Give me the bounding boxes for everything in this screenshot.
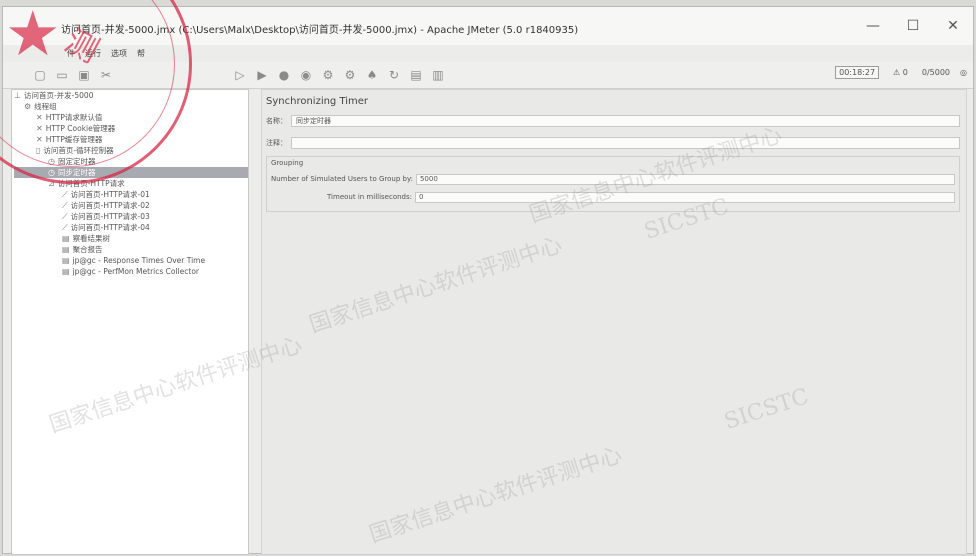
open-icon[interactable]: ▭ xyxy=(53,66,71,84)
tree-item-cache-manager[interactable]: ✕ HTTP缓存管理器 xyxy=(36,134,102,145)
users-field[interactable]: 5000 xyxy=(415,173,955,185)
name-field[interactable]: 同步定时器 xyxy=(291,115,960,127)
tree-item-http-request-02[interactable]: ⟋ 访问首页-HTTP请求-02 xyxy=(62,200,150,211)
comment-label: 注释： xyxy=(266,139,287,147)
stop-icon[interactable]: ● xyxy=(275,66,293,84)
tree-item-http-request-03[interactable]: ⟋ 访问首页-HTTP请求-03 xyxy=(62,211,150,222)
toolbar: ▢ ▭ ▣ ✂ ▷ ▶ ● ◉ ⚙ ⚙ ♠ ↻ ▤ ▥ 00:18:27 ⚠ 0… xyxy=(3,62,973,89)
shutdown-icon[interactable]: ◉ xyxy=(297,66,315,84)
listener-icon: ▤ xyxy=(62,245,70,254)
timer-icon: ◷ xyxy=(48,157,55,166)
search-icon[interactable]: ♠ xyxy=(363,66,381,84)
title-bar: 访问首页-并发-5000.jmx (C:\Users\Malx\Desktop\… xyxy=(3,7,973,45)
panel-title: Synchronizing Timer xyxy=(266,96,369,107)
users-row: Number of Simulated Users to Group by: 5… xyxy=(271,173,955,185)
listener-icon: ▤ xyxy=(62,234,70,243)
status-area: 00:18:27 ⚠ 0 0/5000 ◎ xyxy=(835,66,967,79)
name-row: 名称： 同步定时器 xyxy=(266,114,960,128)
clear-all-icon[interactable]: ⚙ xyxy=(341,66,359,84)
config-icon: ✕ xyxy=(36,135,43,144)
tree-item-response-times[interactable]: ▤ jp@gc - Response Times Over Time xyxy=(62,255,205,266)
tree-item-http-request-04[interactable]: ⟋ 访问首页-HTTP请求-04 xyxy=(62,222,150,233)
start-no-pause-icon[interactable]: ▶ xyxy=(253,66,271,84)
sampler-icon: ⟋ xyxy=(62,200,68,210)
menu-file[interactable]: 件 xyxy=(67,48,75,59)
sampler-icon: ⟋ xyxy=(62,222,68,232)
tree-item-http-request[interactable]: ⊿ 访问首页-HTTP请求 xyxy=(48,178,125,189)
users-label: Number of Simulated Users to Group by: xyxy=(271,175,413,183)
timeout-field[interactable]: 0 xyxy=(415,191,955,203)
minimize-button[interactable]: — xyxy=(853,7,893,45)
close-button[interactable]: ✕ xyxy=(933,7,973,45)
config-icon: ✕ xyxy=(36,113,43,122)
reset-search-icon[interactable]: ↻ xyxy=(385,66,403,84)
tree-item-http-defaults[interactable]: ✕ HTTP请求默认值 xyxy=(36,112,102,123)
sampler-icon: ⟋ xyxy=(62,189,68,199)
tree-item-loop-controller[interactable]: ▯ 访问首页-循环控制器 xyxy=(36,145,114,156)
grouping-title: Grouping xyxy=(271,159,304,167)
menu-run[interactable]: 运行 xyxy=(85,48,101,59)
controller-icon: ▯ xyxy=(36,146,41,155)
tree-item-http-request-01[interactable]: ⟋ 访问首页-HTTP请求-01 xyxy=(62,189,150,200)
window-controls: — ☐ ✕ xyxy=(853,7,973,45)
new-icon[interactable]: ▢ xyxy=(31,66,49,84)
listener-icon: ▤ xyxy=(62,267,70,276)
tree-item-sync-timer[interactable]: ◷ 同步定时器 xyxy=(14,167,248,178)
window-title: 访问首页-并发-5000.jmx (C:\Users\Malx\Desktop\… xyxy=(61,25,579,36)
thread-ratio: 0/5000 xyxy=(921,68,951,77)
test-plan-tree[interactable]: ⊥ 访问首页-并发-5000 ⚙ 线程组 ✕ HTTP请求默认值 ✕ HTTP Cook… xyxy=(11,89,249,555)
tree-item-results-tree[interactable]: ▤ 察看结果树 xyxy=(62,233,110,244)
testplan-icon: ⊥ xyxy=(14,91,21,100)
grouping-group: Grouping Number of Simulated Users to Gr… xyxy=(266,156,960,212)
tree-item-threadgroup[interactable]: ⚙ 线程组 xyxy=(24,101,57,112)
warning-icon[interactable]: ⚠ 0 xyxy=(893,68,908,77)
tree-item-cookie-manager[interactable]: ✕ HTTP Cookie管理器 xyxy=(36,123,115,134)
name-label: 名称： xyxy=(266,117,287,125)
menu-bar: 件 运行 选项 帮 xyxy=(3,45,973,61)
warning-count: 0 xyxy=(902,68,908,77)
tree-item-constant-timer[interactable]: ◷ 固定定时器 xyxy=(48,156,95,167)
timeout-row: Timeout in milliseconds: 0 xyxy=(327,191,955,203)
tree-item-aggregate-report[interactable]: ▤ 聚合报告 xyxy=(62,244,103,255)
sampler-icon: ⊿ xyxy=(48,179,55,188)
menu-help[interactable]: 帮 xyxy=(137,48,145,59)
start-icon[interactable]: ▷ xyxy=(231,66,249,84)
sampler-icon: ⟋ xyxy=(62,211,68,221)
timeout-label: Timeout in milliseconds: xyxy=(327,193,412,201)
tree-item-testplan[interactable]: ⊥ 访问首页-并发-5000 xyxy=(14,90,93,101)
timer-config-panel: Synchronizing Timer 名称： 同步定时器 注释： Groupi… xyxy=(261,89,967,555)
listener-icon: ▤ xyxy=(62,256,70,265)
elapsed-timer: 00:18:27 xyxy=(835,66,880,79)
config-icon: ✕ xyxy=(36,124,43,133)
maximize-button[interactable]: ☐ xyxy=(893,7,933,45)
cut-icon[interactable]: ✂ xyxy=(97,66,115,84)
remote-icon[interactable]: ◎ xyxy=(960,68,967,77)
tree-item-perfmon[interactable]: ▤ jp@gc - PerfMon Metrics Collector xyxy=(62,266,199,277)
jmeter-window: 访问首页-并发-5000.jmx (C:\Users\Malx\Desktop\… xyxy=(2,6,974,555)
timer-icon: ◷ xyxy=(48,168,55,177)
function-helper-icon[interactable]: ▤ xyxy=(407,66,425,84)
comment-field[interactable] xyxy=(291,137,960,149)
save-icon[interactable]: ▣ xyxy=(75,66,93,84)
clear-icon[interactable]: ⚙ xyxy=(319,66,337,84)
help-icon[interactable]: ▥ xyxy=(429,66,447,84)
comment-row: 注释： xyxy=(266,136,960,150)
menu-options[interactable]: 选项 xyxy=(111,48,127,59)
threadgroup-icon: ⚙ xyxy=(24,102,32,111)
